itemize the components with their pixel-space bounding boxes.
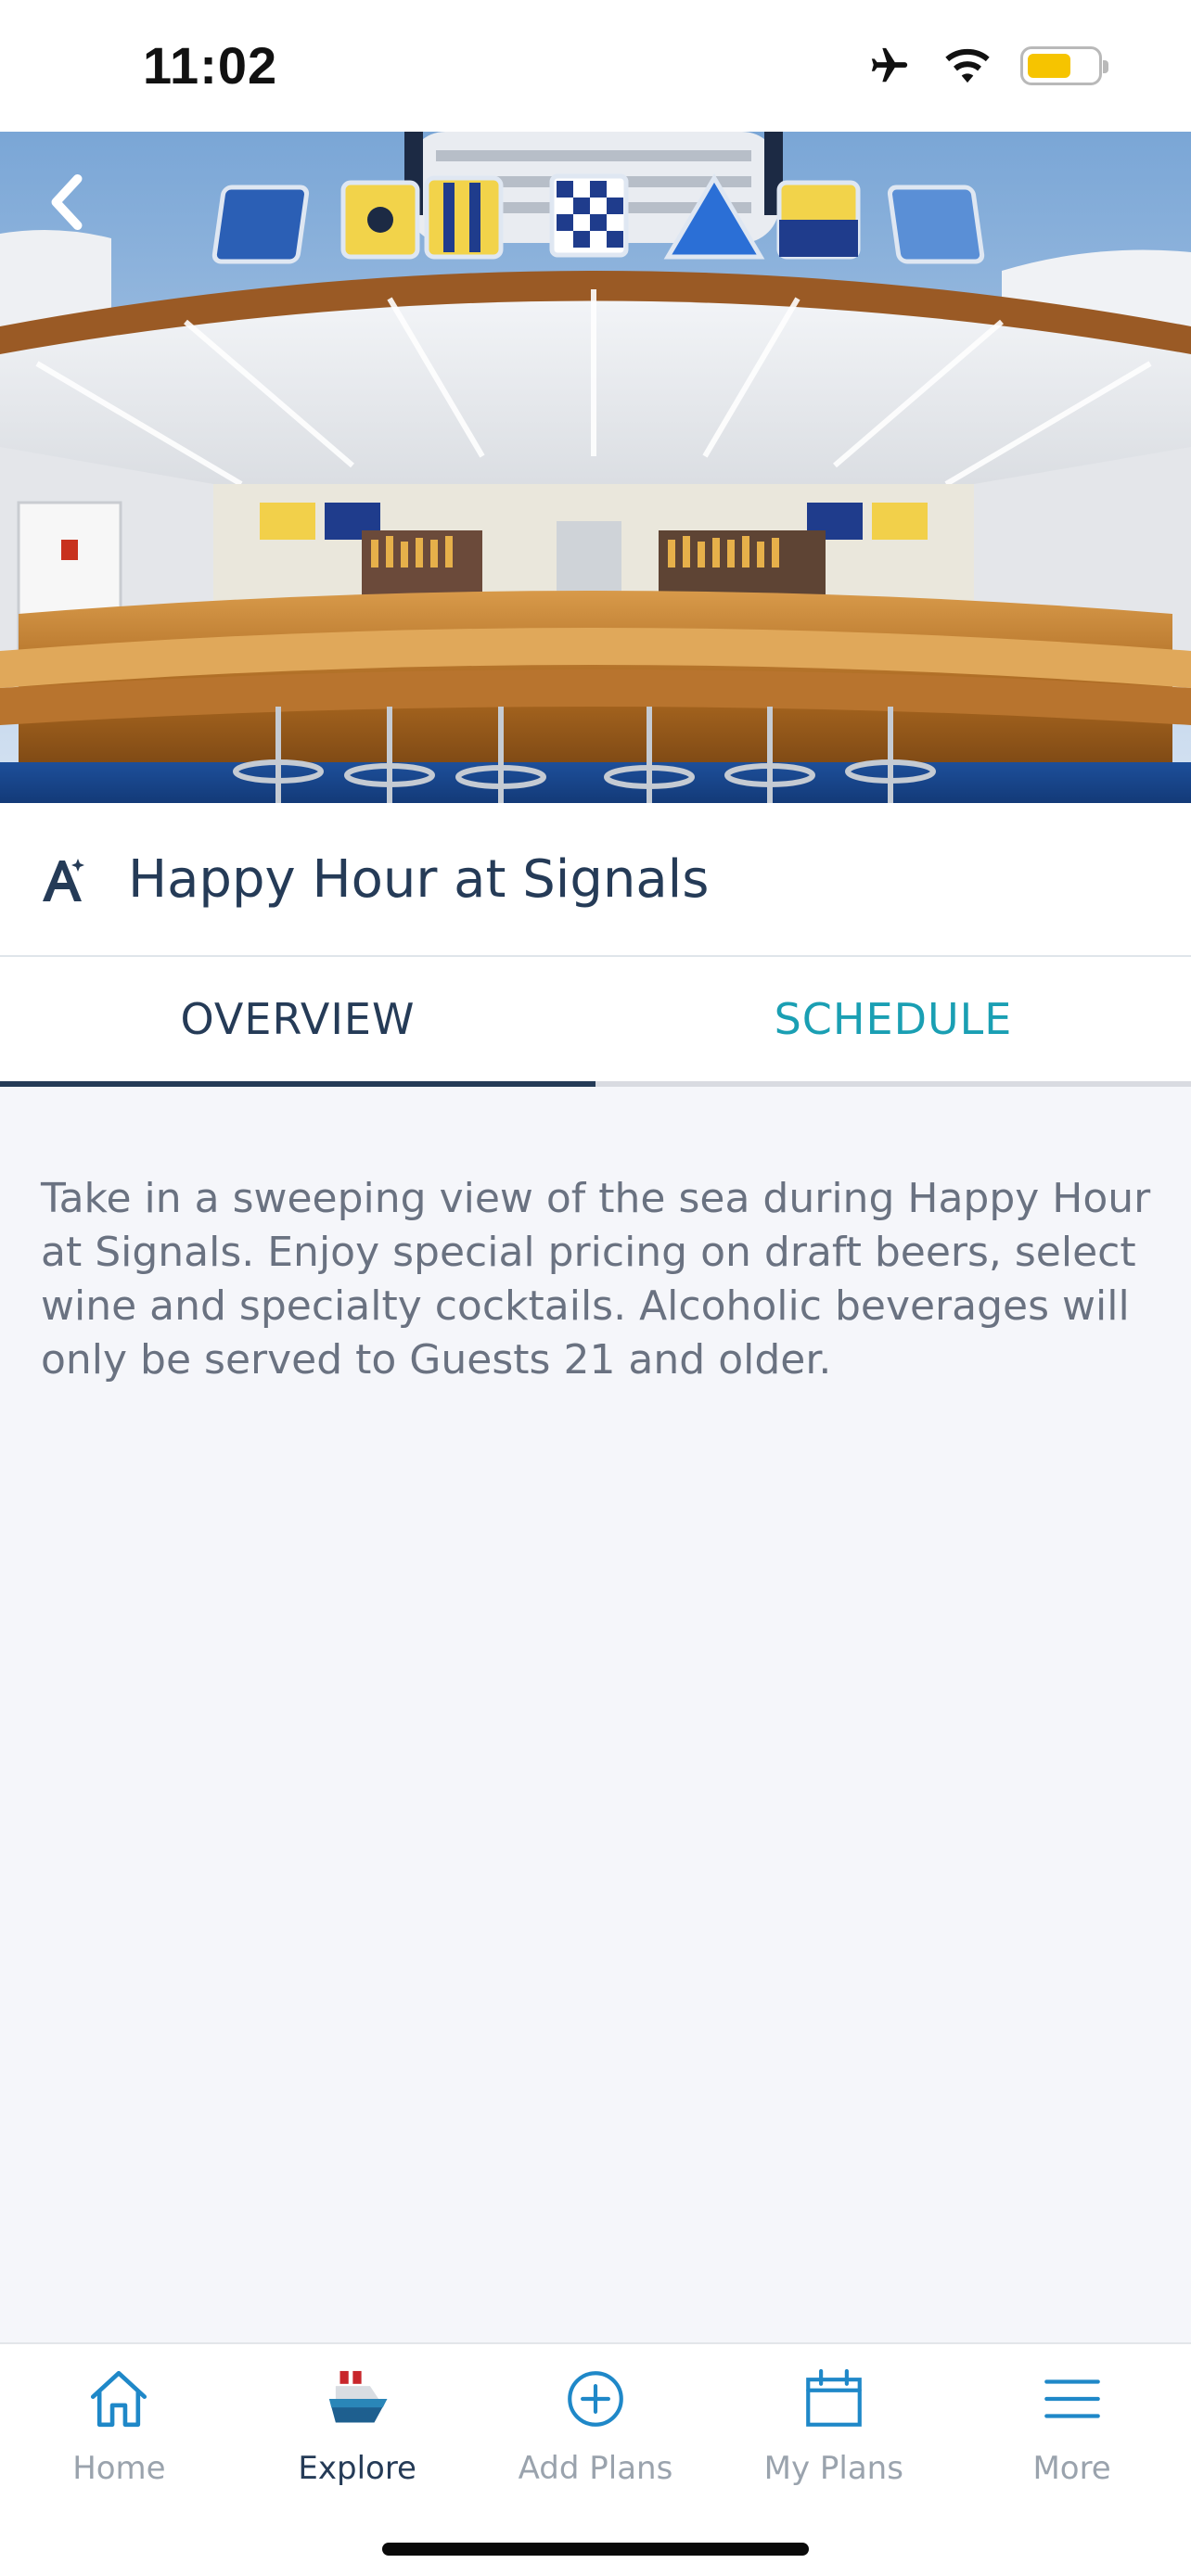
nav-my-plans-label: My Plans — [763, 2450, 903, 2487]
tab-schedule[interactable]: SCHEDULE — [596, 957, 1191, 1081]
hero-image — [0, 132, 1191, 803]
nav-add-plans[interactable]: Add Plans — [477, 2344, 715, 2502]
home-icon — [91, 2370, 147, 2428]
nav-add-plans-label: Add Plans — [518, 2450, 673, 2487]
magic-wand-a-icon — [43, 859, 84, 901]
screen: 11:02 Happy Hour at Signals OVERVIEW SCH… — [0, 0, 1191, 2576]
nav-more-label: More — [1032, 2450, 1111, 2487]
page-title: Happy Hour at Signals — [128, 848, 710, 910]
plus-circle-icon — [568, 2371, 623, 2427]
back-button[interactable] — [33, 165, 100, 239]
nav-more[interactable]: More — [953, 2344, 1191, 2502]
title-row: Happy Hour at Signals — [0, 803, 1191, 957]
status-bar: 11:02 — [0, 0, 1191, 132]
bar-photo — [0, 132, 1191, 803]
status-icons — [864, 45, 1108, 87]
chevron-left-icon — [51, 173, 83, 231]
nav-my-plans[interactable]: My Plans — [714, 2344, 953, 2502]
menu-icon — [1044, 2379, 1100, 2418]
bottom-nav: Home Explore Add Plans My Plans More — [0, 2342, 1191, 2576]
overview-description: Take in a sweeping view of the sea durin… — [41, 1175, 1151, 1384]
status-time: 11:02 — [143, 36, 278, 95]
airplane-icon — [871, 47, 908, 83]
ship-icon — [329, 2370, 388, 2423]
nav-home-label: Home — [72, 2450, 166, 2487]
wifi-icon — [945, 48, 990, 83]
battery-level — [1028, 54, 1070, 78]
tab-overview[interactable]: OVERVIEW — [0, 957, 596, 1087]
nav-explore-label: Explore — [298, 2450, 416, 2487]
overview-panel: Take in a sweeping view of the sea durin… — [0, 1087, 1191, 2342]
nav-explore[interactable]: Explore — [238, 2344, 477, 2502]
battery-icon — [1020, 46, 1108, 85]
tab-bar: OVERVIEW SCHEDULE — [0, 957, 1191, 1087]
calendar-icon — [805, 2368, 862, 2427]
home-indicator — [382, 2543, 809, 2556]
nav-home[interactable]: Home — [0, 2344, 238, 2502]
